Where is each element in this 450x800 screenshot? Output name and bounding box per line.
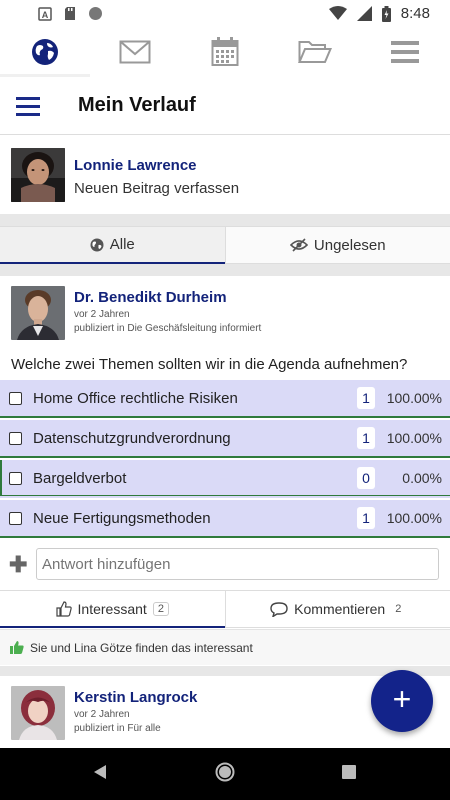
composer[interactable]: Lonnie Lawrence Neuen Beitrag verfassen: [0, 136, 450, 214]
signal-icon: [356, 6, 372, 21]
poll-option-checkbox[interactable]: [9, 471, 22, 485]
system-navigation-bar: [0, 748, 450, 800]
hamburger-menu-icon[interactable]: [16, 97, 40, 116]
comment-label: Kommentieren: [294, 601, 386, 617]
composer-prompt[interactable]: Neuen Beitrag verfassen: [74, 180, 239, 197]
poll-option-percent: 0.00%: [402, 470, 442, 486]
eye-slash-icon: [289, 238, 308, 252]
clock: 8:48: [400, 5, 430, 22]
post-time: vor 2 Jahren: [74, 709, 130, 720]
poll-option-percent: 100.00%: [386, 510, 442, 526]
page-title: Mein Verlauf: [78, 94, 196, 116]
avatar: [11, 148, 65, 202]
a-notification-icon: A: [38, 6, 52, 21]
poll-option-checkbox[interactable]: [9, 511, 22, 525]
globe-icon: [90, 238, 104, 251]
post-actions: Interessant 2 Kommentieren 2: [0, 590, 450, 628]
divider: [0, 666, 450, 676]
folder-icon: [298, 41, 332, 63]
poll-option-count: 1: [357, 427, 375, 449]
poll-option-percent: 100.00%: [386, 430, 442, 446]
poll-option[interactable]: Home Office rechtliche Risiken 1 100.00%: [0, 380, 450, 418]
calendar-icon: [211, 37, 239, 66]
reply-row: ✚: [0, 542, 450, 586]
tab-calendar[interactable]: [180, 27, 270, 77]
comment-count: 2: [395, 603, 402, 615]
like-button[interactable]: Interessant 2: [0, 591, 225, 628]
poll-option-count: 1: [357, 507, 375, 529]
composer-user-name[interactable]: Lonnie Lawrence: [74, 157, 197, 174]
comment-button[interactable]: Kommentieren 2: [224, 591, 450, 628]
poll-option-label: Home Office rechtliche Risiken: [33, 389, 238, 407]
post-published-in: publiziert in Die Geschäfsleitung inform…: [74, 323, 262, 334]
home-icon[interactable]: [215, 762, 235, 782]
post-published-in: publiziert in Für alle: [74, 723, 161, 734]
poll-option-checkbox[interactable]: [9, 431, 22, 445]
top-navigation: [0, 27, 450, 77]
recents-icon[interactable]: [342, 765, 356, 779]
svg-text:A: A: [42, 10, 49, 20]
status-bar: A 8:48: [0, 0, 450, 27]
like-label: Interessant: [77, 600, 147, 617]
battery-icon: [381, 5, 391, 22]
like-summary[interactable]: Sie und Lina Götze finden das interessan…: [0, 629, 450, 665]
avatar: [11, 686, 65, 740]
wifi-icon: [328, 6, 347, 20]
tab-feed[interactable]: [0, 27, 90, 77]
poll-option-label: Bargeldverbot: [33, 469, 127, 487]
back-icon[interactable]: [93, 764, 107, 780]
like-summary-text: Sie und Lina Götze finden das interessan…: [30, 640, 253, 655]
circle-icon: [89, 7, 102, 20]
feed-post: Dr. Benedikt Durheim vor 2 Jahren publiz…: [0, 276, 450, 666]
avatar: [11, 286, 65, 340]
page-header: Mein Verlauf: [0, 77, 450, 135]
filter-tab-all-label: Alle: [109, 236, 135, 253]
filter-tab-unread-label: Ungelesen: [313, 236, 386, 254]
post-time: vor 2 Jahren: [74, 309, 130, 320]
menu-icon: [391, 41, 419, 63]
divider: [0, 214, 450, 226]
poll-option[interactable]: Datenschutzgrundverordnung 1 100.00%: [0, 420, 450, 458]
poll-option[interactable]: Neue Fertigungsmethoden 1 100.00%: [0, 500, 450, 538]
thumbs-up-icon: [10, 641, 24, 654]
filter-tab-all[interactable]: Alle: [0, 227, 225, 264]
poll-option[interactable]: Bargeldverbot 0 0.00%: [0, 460, 450, 498]
poll-option-label: Datenschutzgrundverordnung: [33, 429, 231, 447]
globe-icon: [32, 39, 58, 65]
like-count: 2: [152, 601, 169, 616]
poll-option-count: 0: [357, 467, 375, 489]
tab-menu[interactable]: [360, 27, 450, 77]
tab-files[interactable]: [270, 27, 360, 77]
divider: [0, 264, 450, 276]
comment-icon: [270, 601, 288, 617]
filter-tab-unread[interactable]: Ungelesen: [224, 227, 450, 264]
feed-filter: Alle Ungelesen: [0, 226, 450, 264]
poll-option-label: Neue Fertigungsmethoden: [33, 509, 211, 527]
poll-option-count: 1: [357, 387, 375, 409]
post-author[interactable]: Dr. Benedikt Durheim: [74, 289, 227, 306]
poll-option-checkbox[interactable]: [9, 391, 22, 405]
poll-option-percent: 100.00%: [386, 390, 442, 406]
post-author[interactable]: Kerstin Langrock: [74, 689, 197, 706]
thumbs-up-icon: [55, 600, 72, 617]
mail-icon: [119, 40, 151, 64]
sd-card-icon: [65, 7, 75, 20]
tab-messages[interactable]: [90, 27, 180, 77]
poll-question: Welche zwei Themen sollten wir in die Ag…: [11, 356, 408, 373]
reply-input[interactable]: [36, 548, 439, 580]
add-post-button[interactable]: +: [371, 670, 433, 732]
plus-icon[interactable]: ✚: [9, 552, 27, 578]
